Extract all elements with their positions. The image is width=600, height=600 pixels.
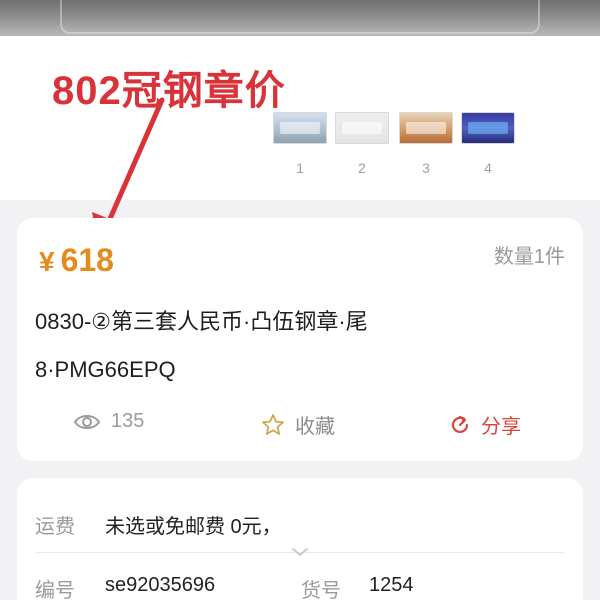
- thumbnail-number: 3: [422, 160, 430, 176]
- thumbnail-strip: 1 2 3 4: [0, 112, 600, 176]
- chevron-down-icon[interactable]: [291, 546, 309, 558]
- shipping-label: 运费: [35, 516, 75, 538]
- product-photo[interactable]: [0, 0, 600, 36]
- details-card: 运费 未选或免邮费 0元， 编号 se92035696 货号 1254: [17, 478, 583, 600]
- sku-row: 货号 1254: [301, 574, 414, 600]
- code-label: 编号: [35, 580, 75, 600]
- product-title-line: 8·PMG66EPQ: [35, 357, 176, 382]
- thumbnail-1[interactable]: [273, 112, 327, 144]
- thumbnail-number: 1: [296, 160, 304, 176]
- thumbnail-2[interactable]: [335, 112, 389, 144]
- price: ¥618: [39, 242, 114, 279]
- shipping-row: 运费 未选或免邮费 0元，: [35, 510, 282, 539]
- product-title: 0830-②第三套人民币·凸伍钢章·尾 8·PMG66EPQ: [35, 298, 555, 394]
- thumbnail-number: 2: [358, 160, 366, 176]
- favorite-button[interactable]: 收藏: [261, 410, 335, 439]
- sku-label: 货号: [301, 580, 341, 600]
- thumbnail-number: 4: [484, 160, 492, 176]
- currency-symbol: ¥: [39, 246, 55, 277]
- thumbnail-4[interactable]: [461, 112, 515, 144]
- price-value: 618: [60, 242, 114, 278]
- thumbnail-3[interactable]: [399, 112, 453, 144]
- sku-value: 1254: [369, 574, 414, 596]
- eye-icon: [73, 414, 101, 429]
- share-label: 分享: [481, 416, 521, 438]
- share-icon: [451, 415, 469, 433]
- product-card: ¥618 数量1件 0830-②第三套人民币·凸伍钢章·尾 8·PMG66EPQ…: [17, 218, 583, 461]
- view-count: 135: [73, 410, 144, 433]
- share-button[interactable]: 分享: [449, 410, 521, 439]
- code-value: se92035696: [105, 574, 216, 596]
- quantity-label: 数量1件: [493, 246, 565, 268]
- star-icon: [262, 413, 284, 435]
- product-title-line: 0830-②第三套人民币·凸伍钢章·尾: [35, 309, 368, 334]
- code-row: 编号 se92035696: [35, 574, 215, 600]
- favorite-label: 收藏: [295, 416, 335, 438]
- price-annotation: 802冠钢章价: [52, 69, 286, 113]
- shipping-value: 未选或免邮费 0元，: [105, 516, 282, 538]
- view-count-value: 135: [111, 410, 145, 432]
